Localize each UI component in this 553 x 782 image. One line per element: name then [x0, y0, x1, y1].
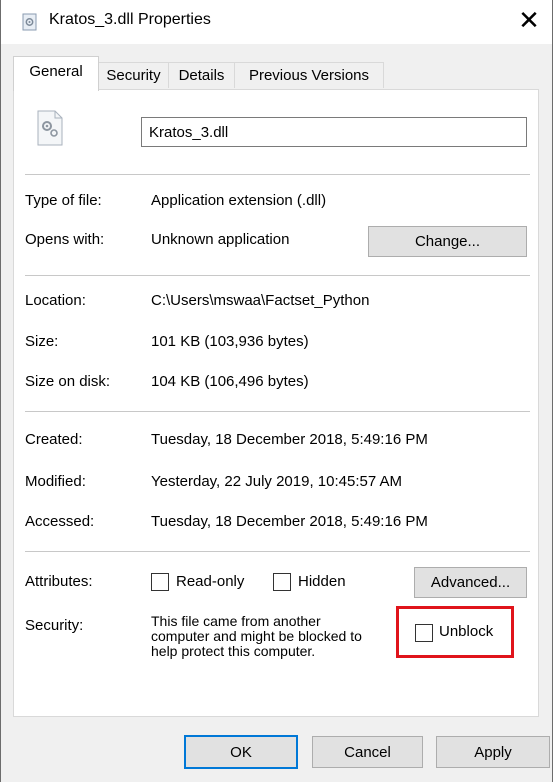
tab-strip: General Security Details Previous Versio…	[1, 44, 552, 91]
location-value: C:\Users\mswaa\Factset_Python	[151, 292, 370, 309]
dll-gear-file-icon	[35, 110, 65, 146]
accessed-label: Accessed:	[25, 513, 95, 530]
security-label: Security:	[25, 617, 84, 634]
security-warning-text: This file came from another computer and…	[151, 614, 411, 659]
size-on-disk-label: Size on disk:	[25, 373, 111, 390]
read-only-label[interactable]: Read-only	[176, 573, 244, 590]
file-properties-icon	[21, 13, 39, 31]
modified-value: Yesterday, 22 July 2019, 10:45:57 AM	[151, 473, 403, 490]
opens-with-label: Opens with:	[25, 231, 105, 248]
type-of-file-label: Type of file:	[25, 192, 102, 209]
properties-dialog: Kratos_3.dll Properties ✕ General Securi…	[0, 0, 553, 782]
created-value: Tuesday, 18 December 2018, 5:49:16 PM	[151, 431, 428, 448]
advanced-button[interactable]: Advanced...	[414, 567, 527, 598]
window-title: Kratos_3.dll Properties	[49, 11, 211, 28]
tab-previous-versions[interactable]: Previous Versions	[234, 62, 384, 88]
security-warning-line: help protect this computer.	[151, 643, 316, 659]
file-name-input[interactable]	[141, 117, 527, 147]
opens-with-value: Unknown application	[151, 231, 290, 248]
security-warning-line: computer and might be blocked to	[151, 628, 362, 644]
apply-button[interactable]: Apply	[436, 736, 550, 768]
accessed-value: Tuesday, 18 December 2018, 5:49:16 PM	[151, 513, 428, 530]
tab-general[interactable]: General	[13, 56, 99, 91]
read-only-checkbox[interactable]	[151, 573, 169, 591]
hidden-label[interactable]: Hidden	[298, 573, 346, 590]
change-button[interactable]: Change...	[368, 226, 527, 257]
unblock-checkbox[interactable]	[415, 624, 433, 642]
ok-button[interactable]: OK	[184, 735, 298, 769]
location-label: Location:	[25, 292, 86, 309]
tab-label: Details	[178, 67, 225, 84]
divider	[25, 174, 530, 175]
tab-security[interactable]: Security	[98, 62, 169, 88]
cancel-button[interactable]: Cancel	[312, 736, 423, 768]
tab-label: General	[29, 63, 83, 80]
divider	[25, 275, 530, 276]
divider	[25, 551, 530, 552]
size-value: 101 KB (103,936 bytes)	[151, 333, 309, 350]
size-on-disk-value: 104 KB (106,496 bytes)	[151, 373, 309, 390]
attributes-label: Attributes:	[25, 573, 93, 590]
title-bar[interactable]: Kratos_3.dll Properties ✕	[1, 0, 552, 44]
type-of-file-value: Application extension (.dll)	[151, 192, 327, 209]
hidden-checkbox[interactable]	[273, 573, 291, 591]
tab-label: Previous Versions	[248, 67, 370, 84]
created-label: Created:	[25, 431, 83, 448]
tab-details[interactable]: Details	[168, 62, 235, 88]
close-icon[interactable]: ✕	[506, 0, 552, 44]
tab-label: Security	[106, 67, 161, 84]
modified-label: Modified:	[25, 473, 86, 490]
divider	[25, 411, 530, 412]
security-warning-line: This file came from another	[151, 613, 321, 629]
size-label: Size:	[25, 333, 59, 350]
unblock-label[interactable]: Unblock	[439, 623, 493, 640]
